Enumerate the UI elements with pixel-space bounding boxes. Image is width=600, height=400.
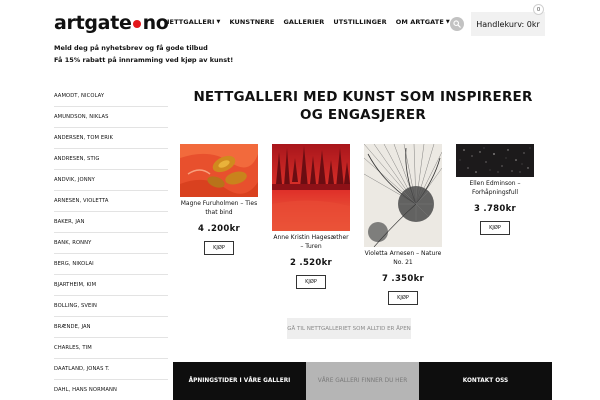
artwork-image[interactable] xyxy=(272,144,350,231)
nav-gallerier[interactable]: GALLERIER xyxy=(283,18,324,26)
cart-label: Handlekurv: 0kr xyxy=(476,19,540,29)
product-caption[interactable]: Anne Kristin Hagesæther – Turen xyxy=(272,234,350,251)
product-card: Ellen Edminson – Forhåpningsfull 3 .780k… xyxy=(456,144,534,235)
nav-label: KUNSTNERE xyxy=(229,18,275,26)
artwork-image[interactable] xyxy=(364,144,442,247)
nav-label: OM ARTGATE xyxy=(395,18,444,26)
artist-link[interactable]: BJARTHEIM, KIM xyxy=(54,275,168,296)
artwork-image[interactable] xyxy=(456,144,534,177)
logo-dot xyxy=(132,20,141,28)
product-card: Anne Kristin Hagesæther – Turen 2 .520kr… xyxy=(272,144,350,289)
product-caption[interactable]: Ellen Edminson – Forhåpningsfull xyxy=(456,180,534,197)
newsletter-link[interactable]: Meld deg på nyhetsbrev og få gode tilbud xyxy=(54,44,208,52)
search-icon xyxy=(453,20,461,28)
find-gallery-tile[interactable]: VÅRE GALLERI FINNER DU HER xyxy=(306,362,419,400)
product-caption[interactable]: Violetta Arnesen – Nature No. 21 xyxy=(364,250,442,267)
artist-link[interactable]: CHARLES, TIM xyxy=(54,338,168,359)
product-card: Magne Furuholmen – Ties that bind 4 .200… xyxy=(180,144,258,255)
artist-link[interactable]: AAMODT, NICOLAY xyxy=(54,86,168,107)
search-button[interactable] xyxy=(450,17,464,31)
nav-label: UTSTILLINGER xyxy=(333,18,387,26)
artist-link[interactable]: BRÆNDE, JAN xyxy=(54,317,168,338)
nav-label: GALLERIER xyxy=(283,18,325,26)
artist-link[interactable]: DAATLAND, JONAS T. xyxy=(54,359,168,380)
artist-link[interactable]: BAKER, JAN xyxy=(54,212,168,233)
contact-tile[interactable]: KONTAKT OSS xyxy=(419,362,552,400)
nav-nettgalleri[interactable]: NETTGALLERI ▼ xyxy=(164,18,220,26)
product-price: 7 .350kr xyxy=(381,274,425,284)
product-card: Violetta Arnesen – Nature No. 21 7 .350k… xyxy=(364,144,442,305)
cart-count-badge: 0 xyxy=(533,4,544,15)
product-price: 4 .200kr xyxy=(197,224,241,234)
artist-link[interactable]: ANDVIK, JONNY xyxy=(54,170,168,191)
gallery-cta-button[interactable]: GÅ TIL NETTGALLERIET SOM ALLTID ER ÅPEN xyxy=(287,318,411,339)
artwork-image[interactable] xyxy=(180,144,258,197)
main-nav: NETTGALLERI ▼ KUNSTNERE GALLERIER UTSTIL… xyxy=(164,18,459,26)
artist-link[interactable]: ANDRESEN, STIG xyxy=(54,149,168,170)
buy-button[interactable]: KJØP xyxy=(204,241,234,255)
site-logo[interactable]: artgate no xyxy=(54,12,169,34)
artist-link[interactable]: DAHL, HANS NORMANN xyxy=(54,380,168,400)
nav-utstillinger[interactable]: UTSTILLINGER xyxy=(333,18,386,26)
artist-link[interactable]: ANDERSEN, TOM ERIK xyxy=(54,128,168,149)
opening-hours-tile[interactable]: ÅPNINGSTIDER I VÅRE GALLERI xyxy=(173,362,306,400)
chevron-down-icon: ▼ xyxy=(216,19,221,25)
artist-link[interactable]: BANK, RONNY xyxy=(54,233,168,254)
artist-list: AAMODT, NICOLAY AMUNDSON, NIKLAS ANDERSE… xyxy=(54,86,168,400)
artist-link[interactable]: ARNESEN, VIOLETTA xyxy=(54,191,168,212)
buy-button[interactable]: KJØP xyxy=(388,291,418,305)
artist-link[interactable]: BOLLING, SVEIN xyxy=(54,296,168,317)
product-caption[interactable]: Magne Furuholmen – Ties that bind xyxy=(180,200,258,217)
product-price: 3 .780kr xyxy=(473,204,517,214)
product-price: 2 .520kr xyxy=(289,258,333,268)
promo-text: Få 15% rabatt på innramming ved kjøp av … xyxy=(54,56,234,64)
logo-text-artgate: artgate xyxy=(54,12,132,34)
artist-link[interactable]: BERG, NIKOLAI xyxy=(54,254,168,275)
artist-link[interactable]: AMUNDSON, NIKLAS xyxy=(54,107,168,128)
nav-label: NETTGALLERI xyxy=(164,18,215,26)
page-headline: NETTGALLERI MED KUNST SOM INSPIRERER OG … xyxy=(193,89,533,123)
buy-button[interactable]: KJØP xyxy=(296,275,326,289)
buy-button[interactable]: KJØP xyxy=(480,221,510,235)
cart-button[interactable]: Handlekurv: 0kr xyxy=(471,12,545,36)
nav-om-artgate[interactable]: OM ARTGATE ▼ xyxy=(396,18,450,26)
nav-kunstnere[interactable]: KUNSTNERE xyxy=(229,18,274,26)
